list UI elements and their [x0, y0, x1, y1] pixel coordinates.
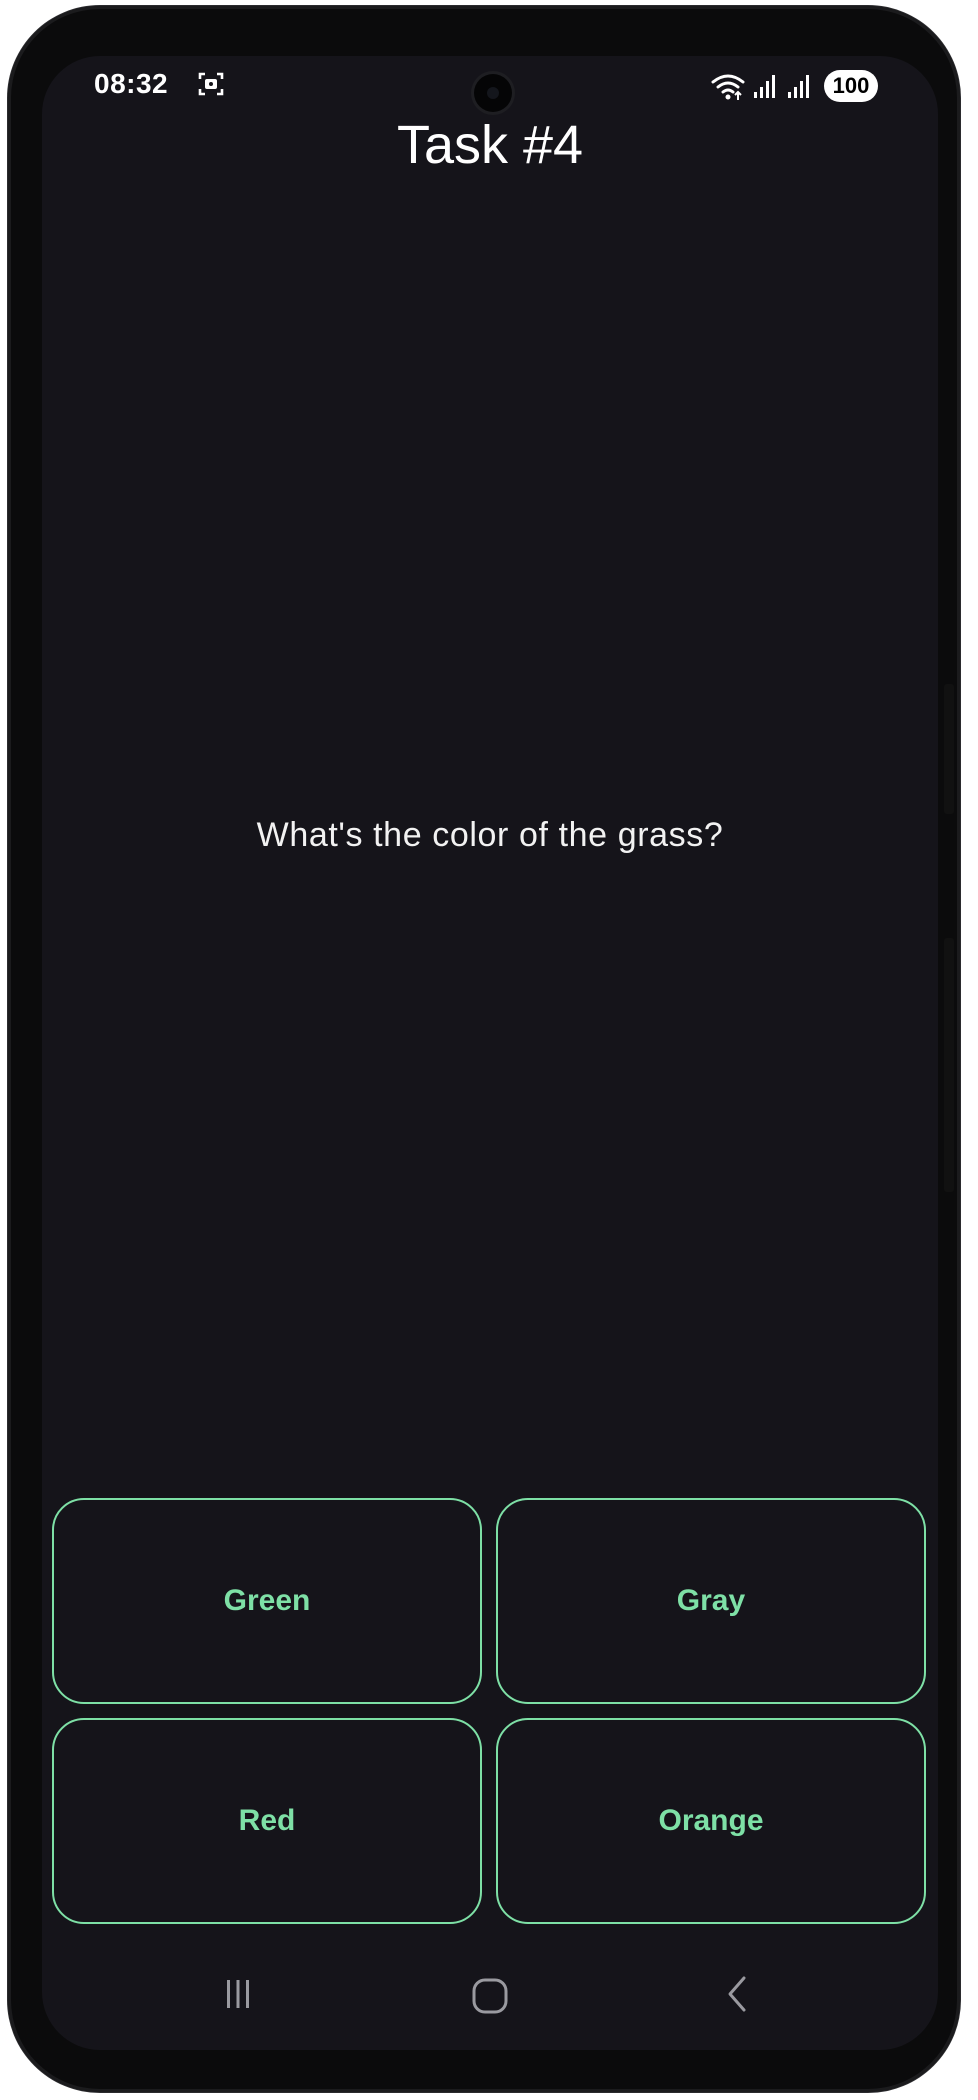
phone-frame: 08:32 100 Task #4 What's the color of th… [8, 6, 960, 2092]
navigation-bar [42, 1940, 938, 2050]
front-camera [474, 74, 512, 112]
signal-icon [788, 75, 809, 98]
answer-button-gray[interactable]: Gray [496, 1498, 926, 1704]
battery-indicator: 100 [824, 70, 878, 102]
volume-button [944, 684, 954, 814]
answer-button-green[interactable]: Green [52, 1498, 482, 1704]
screenshot-icon [198, 72, 224, 96]
status-time: 08:32 [94, 68, 169, 99]
home-icon[interactable] [470, 1976, 510, 2016]
power-button [944, 938, 954, 1192]
answer-button-red[interactable]: Red [52, 1718, 482, 1924]
page-title: Task #4 [396, 115, 584, 175]
question-text: What's the color of the grass? [256, 816, 724, 854]
recent-apps-icon[interactable] [218, 1974, 258, 2014]
signal-icon [754, 75, 775, 98]
wifi-icon [711, 74, 745, 100]
back-icon[interactable] [718, 1974, 758, 2014]
app-screen: 08:32 100 Task #4 What's the color of th… [42, 56, 938, 2050]
answer-button-orange[interactable]: Orange [496, 1718, 926, 1924]
